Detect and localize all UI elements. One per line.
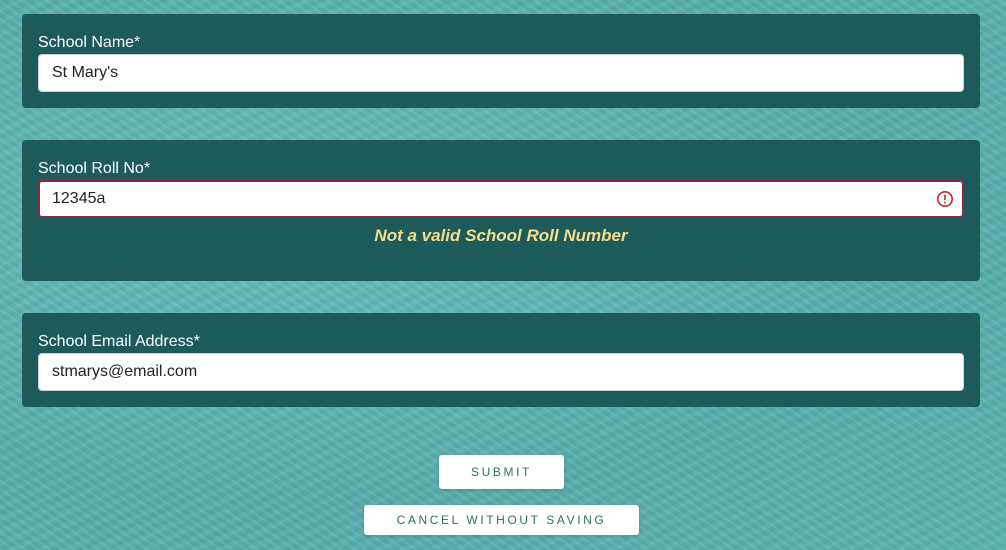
school-email-label: School Email Address* bbox=[38, 333, 200, 350]
school-roll-error-message: Not a valid School Roll Number bbox=[374, 226, 628, 245]
school-email-section: School Email Address* bbox=[22, 313, 980, 407]
school-roll-label: School Roll No* bbox=[38, 160, 151, 177]
school-email-input[interactable] bbox=[38, 353, 964, 391]
school-name-input[interactable] bbox=[38, 54, 964, 92]
cancel-without-saving-button[interactable]: CANCEL WITHOUT SAVING bbox=[364, 505, 639, 535]
school-name-section: School Name* bbox=[22, 14, 980, 108]
submit-button[interactable]: SUBMIT bbox=[439, 455, 564, 489]
school-roll-input[interactable] bbox=[38, 180, 964, 218]
school-roll-section: School Roll No* Not a valid School Roll … bbox=[22, 140, 980, 281]
exclamation-circle-icon bbox=[937, 191, 953, 207]
school-name-label: School Name* bbox=[38, 34, 141, 51]
